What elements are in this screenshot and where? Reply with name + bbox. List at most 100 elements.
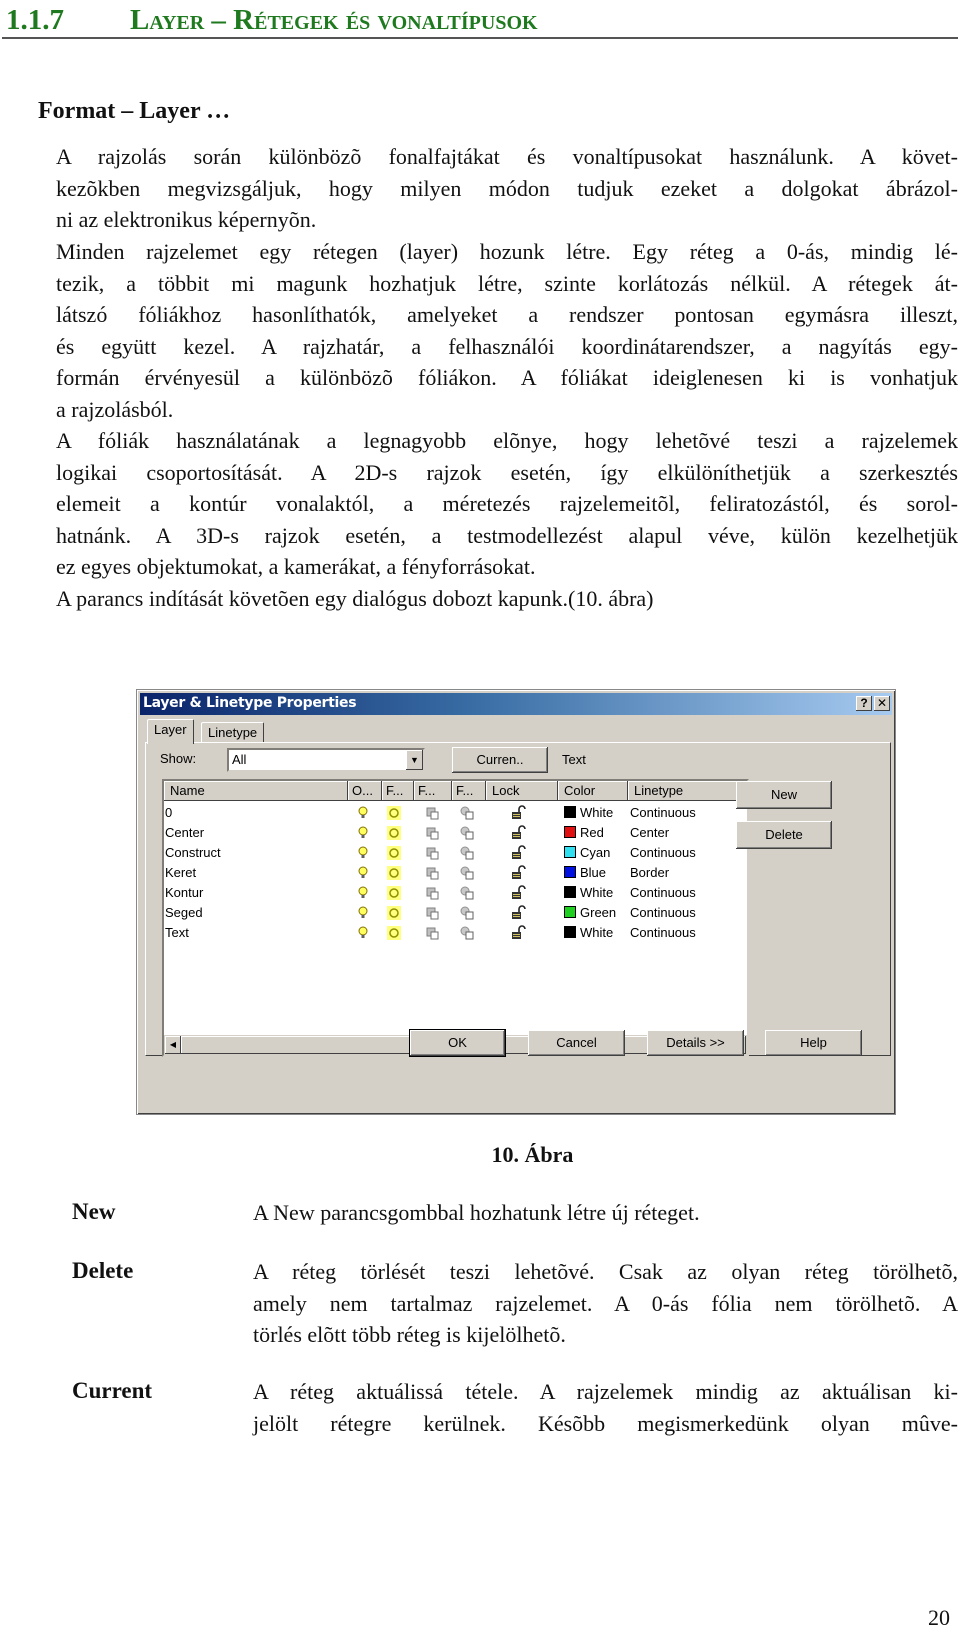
figure-caption: 10. Ábra (491, 1142, 574, 1167)
layer-color[interactable]: Red (564, 823, 604, 843)
cancel-button[interactable]: Cancel (528, 1030, 625, 1056)
layer-name: Keret (165, 865, 197, 880)
details-button[interactable]: Details >> (647, 1030, 744, 1056)
layer-linetype[interactable]: Center (630, 823, 669, 843)
show-label: Show: (160, 751, 197, 766)
lightbulb-on-icon[interactable] (355, 905, 371, 921)
sun-thaw-icon[interactable] (386, 925, 402, 941)
freeze-new-viewport-icon[interactable] (459, 805, 475, 821)
freeze-viewport-icon[interactable] (424, 845, 440, 861)
text-line: kezõkben megvizsgáljuk, hogy milyen módo… (56, 175, 958, 201)
layer-linetype[interactable]: Continuous (630, 843, 696, 863)
unlock-icon[interactable] (510, 805, 526, 821)
menu-path-subheading: Format – Layer … (38, 98, 231, 124)
column-header-color[interactable]: Color (558, 781, 628, 801)
column-header-on[interactable]: O... (348, 781, 382, 801)
freeze-viewport-icon[interactable] (424, 905, 440, 921)
layer-name: Construct (165, 845, 221, 860)
text-line: látszó fóliákhoz hasonlíthatók, amelyeke… (56, 302, 958, 327)
layer-name: Kontur (165, 885, 204, 900)
layer-color[interactable]: White (564, 923, 613, 943)
heading-rule (2, 37, 958, 39)
unlock-icon[interactable] (510, 845, 526, 861)
layer-color[interactable]: Blue (564, 863, 606, 883)
column-header-lock[interactable]: Lock (486, 781, 558, 801)
text-line: amely nem tartalmaz rajzelemet. A 0-ás f… (253, 1290, 958, 1316)
scroll-left-icon[interactable]: ◀ (165, 1036, 181, 1054)
color-swatch (564, 926, 576, 938)
layer-linetype[interactable]: Continuous (630, 923, 696, 943)
new-layer-button[interactable]: New (736, 781, 832, 809)
color-swatch (564, 846, 576, 858)
unlock-icon[interactable] (510, 905, 526, 921)
show-filter-select[interactable]: All ▼ (227, 748, 425, 772)
layer-list[interactable]: Name O... F... F... F... Lock Color Line… (162, 779, 749, 1057)
lightbulb-on-icon[interactable] (355, 885, 371, 901)
lightbulb-on-icon[interactable] (355, 925, 371, 941)
layer-linetype[interactable]: Continuous (630, 883, 696, 903)
layer-color[interactable]: Green (564, 903, 616, 923)
help-icon[interactable]: ? (856, 696, 872, 711)
layer-color[interactable]: Cyan (564, 843, 610, 863)
lightbulb-on-icon[interactable] (355, 865, 371, 881)
freeze-new-viewport-icon[interactable] (459, 925, 475, 941)
layer-linetype[interactable]: Continuous (630, 803, 696, 823)
freeze-viewport-icon[interactable] (424, 805, 440, 821)
freeze-viewport-icon[interactable] (424, 925, 440, 941)
lightbulb-on-icon[interactable] (355, 805, 371, 821)
ok-button[interactable]: OK (409, 1029, 506, 1057)
freeze-new-viewport-icon[interactable] (459, 885, 475, 901)
unlock-icon[interactable] (510, 825, 526, 841)
color-swatch (564, 906, 576, 918)
unlock-icon[interactable] (510, 865, 526, 881)
freeze-new-viewport-icon[interactable] (459, 905, 475, 921)
tab-linetype[interactable]: Linetype (201, 722, 265, 743)
layer-row[interactable]: Keret Blue Border (164, 863, 747, 883)
sun-thaw-icon[interactable] (386, 845, 402, 861)
layer-row[interactable]: Construct Cyan Continuous (164, 843, 747, 863)
layer-row[interactable]: Seged Green Continuous (164, 903, 747, 923)
tab-layer[interactable]: Layer (147, 719, 194, 744)
layer-list-header: Name O... F... F... F... Lock Color Line… (164, 781, 747, 801)
layer-row[interactable]: 0 White Continuous (164, 803, 747, 823)
freeze-new-viewport-icon[interactable] (459, 865, 475, 881)
layer-row[interactable]: Text White Continuous (164, 923, 747, 943)
freeze-new-viewport-icon[interactable] (459, 845, 475, 861)
dialog-titlebar[interactable]: Layer & Linetype Properties ? ✕ (140, 693, 892, 715)
layer-color[interactable]: White (564, 803, 613, 823)
column-header-freeze-vp[interactable]: F... (414, 781, 452, 801)
freeze-viewport-icon[interactable] (424, 865, 440, 881)
column-header-linetype[interactable]: Linetype (628, 781, 747, 801)
sun-thaw-icon[interactable] (386, 885, 402, 901)
layer-name: Center (165, 825, 205, 840)
text-line: a rajzolásból. (56, 396, 174, 422)
chevron-down-icon[interactable]: ▼ (406, 750, 423, 770)
column-header-freeze[interactable]: F... (382, 781, 414, 801)
freeze-new-viewport-icon[interactable] (459, 825, 475, 841)
layer-color[interactable]: White (564, 883, 613, 903)
layer-row[interactable]: Kontur White Continuous (164, 883, 747, 903)
layer-linetype[interactable]: Border (630, 863, 669, 883)
help-button[interactable]: Help (765, 1030, 862, 1056)
close-icon[interactable]: ✕ (874, 696, 890, 711)
unlock-icon[interactable] (510, 885, 526, 901)
sun-thaw-icon[interactable] (386, 805, 402, 821)
freeze-viewport-icon[interactable] (424, 885, 440, 901)
sun-thaw-icon[interactable] (386, 905, 402, 921)
layer-linetype[interactable]: Continuous (630, 903, 696, 923)
column-header-freeze-new[interactable]: F... (452, 781, 486, 801)
sun-thaw-icon[interactable] (386, 825, 402, 841)
delete-layer-button[interactable]: Delete (736, 821, 832, 849)
column-header-name[interactable]: Name (164, 781, 348, 801)
lightbulb-on-icon[interactable] (355, 845, 371, 861)
freeze-viewport-icon[interactable] (424, 825, 440, 841)
dialog-title: Layer & Linetype Properties (143, 695, 357, 711)
sun-thaw-icon[interactable] (386, 865, 402, 881)
layer-row[interactable]: Center Red Center (164, 823, 747, 843)
layer-linetype-dialog: Layer & Linetype Properties ? ✕ Layer Li… (136, 689, 896, 1115)
color-swatch (564, 886, 576, 898)
current-button[interactable]: Curren.. (452, 747, 548, 773)
lightbulb-on-icon[interactable] (355, 825, 371, 841)
color-swatch (564, 866, 576, 878)
unlock-icon[interactable] (510, 925, 526, 941)
